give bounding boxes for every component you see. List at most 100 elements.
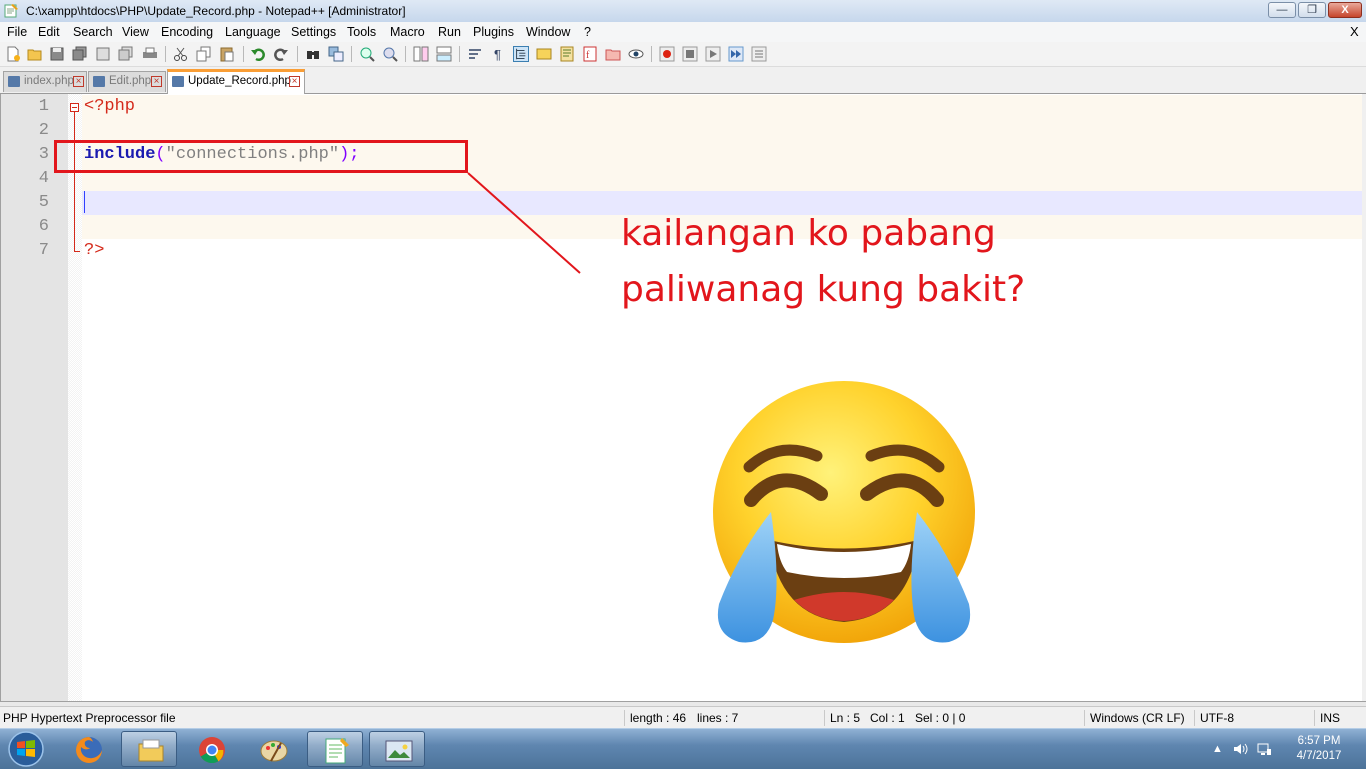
show-hidden-icons-icon[interactable]: ▲ [1212, 743, 1223, 755]
doc-map-icon[interactable] [559, 46, 575, 62]
menu-file[interactable]: File [7, 25, 27, 39]
file-explorer-icon [138, 739, 164, 762]
maximize-icon: ❐ [1307, 4, 1317, 16]
sync-horizontal-icon[interactable] [436, 46, 452, 62]
menu-tools[interactable]: Tools [347, 25, 376, 39]
menu-search[interactable]: Search [73, 25, 113, 39]
zoom-in-icon[interactable] [359, 46, 375, 62]
menu-macro[interactable]: Macro [390, 25, 425, 39]
close-document-button[interactable]: X [1350, 24, 1359, 39]
taskbar-paint[interactable] [245, 731, 301, 767]
network-icon[interactable] [1256, 741, 1272, 757]
copy-icon[interactable] [196, 46, 212, 62]
tab-label: Edit.php [109, 75, 152, 87]
tab-close-icon[interactable]: × [73, 76, 84, 87]
paste-icon[interactable] [219, 46, 235, 62]
tab-label: Update_Record.php [188, 75, 291, 87]
folder-workspace-icon[interactable] [605, 46, 621, 62]
monitor-icon[interactable] [628, 46, 644, 62]
status-insert-mode: INS [1320, 711, 1341, 725]
firefox-icon [76, 737, 102, 763]
minimize-icon: — [1276, 4, 1288, 16]
undo-icon[interactable] [250, 46, 266, 62]
tab-close-icon[interactable]: × [151, 76, 162, 87]
replace-icon[interactable] [328, 46, 344, 62]
status-eol: Windows (CR LF) [1090, 711, 1185, 725]
word-wrap-icon[interactable] [467, 46, 483, 62]
maximize-button[interactable]: ❐ [1298, 2, 1326, 18]
stop-macro-icon[interactable] [682, 46, 698, 62]
menu-settings[interactable]: Settings [291, 25, 336, 39]
system-clock[interactable]: 6:57 PM 4/7/2017 [1284, 734, 1354, 764]
tab-label: index.php [24, 75, 74, 87]
tab-index-php[interactable]: index.php × [3, 71, 87, 92]
taskbar-notepad-plus-plus[interactable] [307, 731, 363, 767]
menu-bar: File Edit Search View Encoding Language … [0, 22, 1366, 42]
face-with-tears-of-joy-icon [713, 381, 975, 643]
start-button-icon[interactable] [4, 730, 48, 768]
menu-language[interactable]: Language [225, 25, 281, 39]
tab-bar: index.php × Edit.php × Update_Record.php… [0, 67, 1366, 94]
open-file-icon[interactable] [27, 46, 43, 62]
tab-update-record-php[interactable]: Update_Record.php × [167, 69, 305, 94]
minimize-button[interactable]: — [1268, 2, 1296, 18]
cut-icon[interactable] [173, 46, 189, 62]
notepad-plus-plus-app-icon [4, 4, 18, 18]
speaker-icon[interactable] [1232, 741, 1248, 757]
code-editor[interactable]: 1 2 3 4 5 6 7 <?php include("connections… [0, 94, 1362, 701]
tab-close-icon[interactable]: × [289, 76, 300, 87]
taskbar-firefox[interactable] [60, 731, 116, 767]
annotation-caption: kailangan ko pabang paliwanag kung bakit… [621, 213, 1026, 310]
save-all-icon[interactable] [72, 46, 88, 62]
taskbar-chrome[interactable] [183, 731, 239, 767]
record-macro-icon[interactable] [659, 46, 675, 62]
title-bar: C:\xampp\htdocs\PHP\Update_Record.php - … [0, 0, 1366, 23]
status-column: Col : 1 [870, 711, 905, 725]
close-window-button[interactable]: X [1328, 2, 1362, 18]
redo-icon[interactable] [273, 46, 289, 62]
indent-guide-icon[interactable] [513, 46, 529, 62]
menu-plugins[interactable]: Plugins [473, 25, 514, 39]
close-icon[interactable] [95, 46, 111, 62]
menu-window[interactable]: Window [526, 25, 570, 39]
status-file-type: PHP Hypertext Preprocessor file [3, 711, 176, 725]
svg-text:¶: ¶ [494, 47, 501, 62]
sync-vertical-icon[interactable] [413, 46, 429, 62]
file-icon [172, 76, 184, 87]
save-macro-icon[interactable] [751, 46, 767, 62]
status-line-number: Ln : 5 [830, 711, 861, 725]
status-length: length : 46 [630, 711, 687, 725]
status-bar: PHP Hypertext Preprocessor file length :… [0, 706, 1366, 729]
status-selection: Sel : 0 | 0 [915, 711, 966, 725]
clock-time: 6:57 PM [1297, 735, 1341, 747]
status-lines: lines : 7 [697, 711, 739, 725]
toolbar: ¶ f [0, 42, 1366, 67]
user-language-icon[interactable] [536, 46, 552, 62]
save-icon[interactable] [49, 46, 65, 62]
photo-viewer-icon [385, 740, 413, 762]
zoom-out-icon[interactable] [382, 46, 398, 62]
notepad-plus-plus-icon [325, 738, 349, 764]
menu-encoding[interactable]: Encoding [161, 25, 213, 39]
menu-run[interactable]: Run [438, 25, 461, 39]
print-icon[interactable] [142, 46, 158, 62]
close-all-icon[interactable] [118, 46, 134, 62]
file-icon [93, 76, 105, 87]
close-icon: X [1341, 4, 1349, 16]
find-icon[interactable] [305, 46, 321, 62]
chrome-icon [199, 737, 225, 764]
window-title: C:\xampp\htdocs\PHP\Update_Record.php - … [26, 4, 406, 18]
status-encoding: UTF-8 [1200, 711, 1234, 725]
menu-edit[interactable]: Edit [38, 25, 60, 39]
menu-help[interactable]: ? [584, 25, 591, 39]
tab-edit-php[interactable]: Edit.php × [88, 71, 166, 92]
menu-view[interactable]: View [122, 25, 149, 39]
windows-taskbar: ▲ 6:57 PM 4/7/2017 [0, 728, 1366, 769]
function-list-icon[interactable]: f [582, 46, 598, 62]
run-macro-multiple-icon[interactable] [728, 46, 744, 62]
new-file-icon[interactable] [5, 46, 21, 62]
taskbar-file-explorer[interactable] [121, 731, 177, 767]
show-all-chars-icon[interactable]: ¶ [490, 46, 506, 62]
taskbar-photo-viewer[interactable] [369, 731, 425, 767]
play-macro-icon[interactable] [705, 46, 721, 62]
